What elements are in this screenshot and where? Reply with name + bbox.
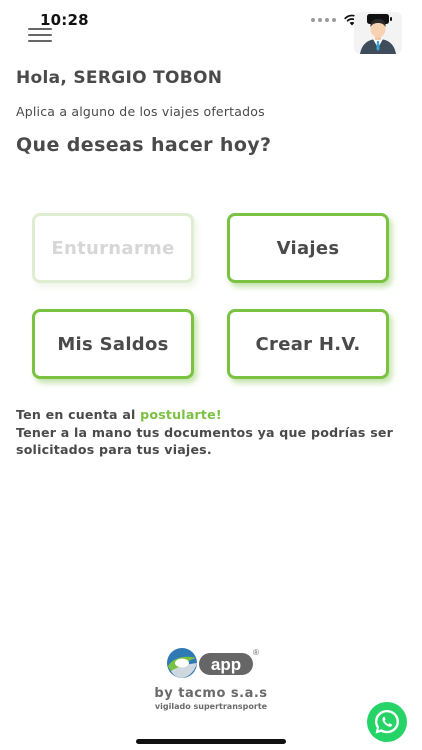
footer-byline: by tacmo s.a.s [154,686,268,701]
user-avatar-icon[interactable] [354,12,402,54]
app-logo: app ® [163,646,261,682]
notice-text: Ten en cuenta al postularte! Tener a la … [16,406,412,459]
status-time: 10:28 [40,11,89,29]
whatsapp-icon[interactable] [366,701,408,743]
notice-prefix: Ten en cuenta al [16,407,136,422]
crear-hv-button[interactable]: Crear H.V. [227,309,389,379]
home-indicator [136,739,286,744]
hamburger-menu-icon[interactable] [28,28,52,44]
logo-text: app [211,655,241,674]
viajes-button[interactable]: Viajes [227,213,389,283]
notice-highlight: postularte! [140,407,222,422]
mis-saldos-button[interactable]: Mis Saldos [32,309,194,379]
enturnarme-button[interactable]: Enturnarme [32,213,194,283]
status-icons [311,14,360,26]
subtitle: Aplica a alguno de los viajes ofertados [16,104,265,119]
footer-tagline: vigilado supertransporte [154,702,268,711]
question-heading: Que deseas hacer hoy? [16,134,272,156]
notice-body: Tener a la mano tus documentos ya que po… [16,424,394,458]
greeting-title: Hola, SERGIO TOBON [16,68,223,88]
signal-dots-icon [311,18,336,22]
logo-registered-mark: ® [253,648,259,657]
